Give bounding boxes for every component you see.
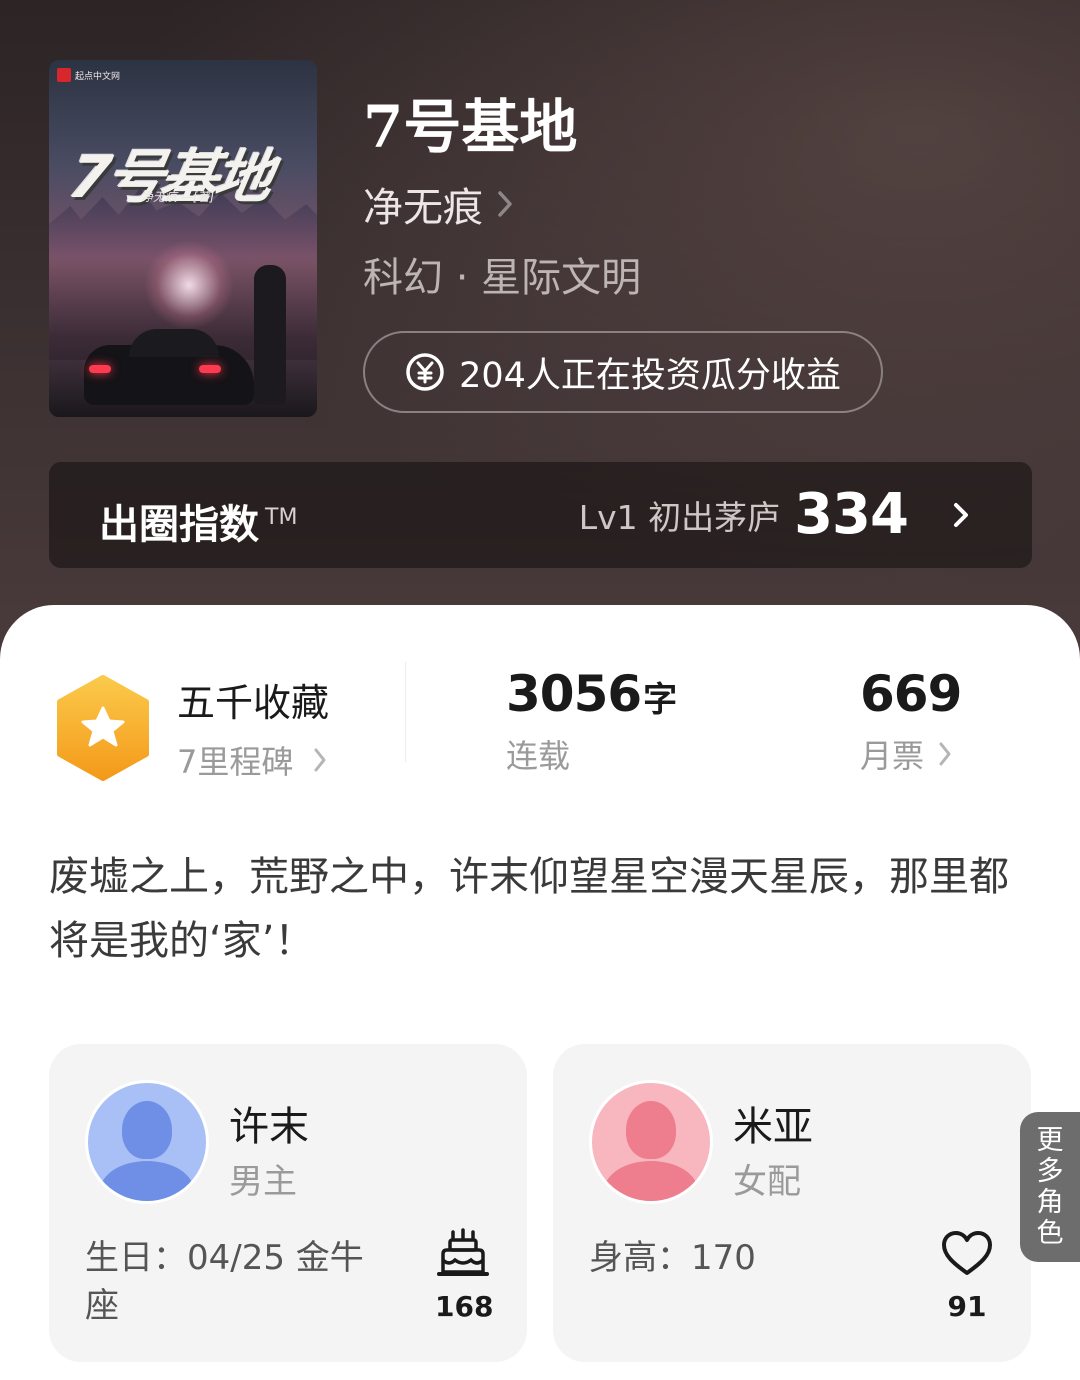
publisher-name: 起点中文网 — [75, 71, 121, 82]
favorites-text: 五千收藏 7里程碑 — [177, 672, 329, 783]
index-title-text: 出圈指数 — [99, 502, 259, 548]
character-role: 女配 — [733, 1162, 801, 1202]
monthly-votes-stat[interactable]: 669 月票 — [860, 665, 962, 777]
invest-button[interactable]: 204人正在投资瓜分收益 — [363, 331, 883, 413]
cover-figure — [254, 265, 286, 405]
chevron-right-icon — [498, 191, 512, 217]
character-name: 许末 — [229, 1104, 309, 1150]
chevron-right-icon — [314, 748, 326, 772]
character-card[interactable]: 米亚 女配 身高：170 91 — [553, 1044, 1031, 1362]
trademark-mark: TM — [265, 504, 298, 530]
monthly-votes-number: 669 — [860, 665, 962, 723]
author-name: 净无痕 — [363, 185, 483, 231]
more-roles-tab[interactable]: 更 多 角 色 — [1020, 1112, 1080, 1262]
more-roles-char: 角 — [1036, 1187, 1064, 1218]
favorites-stat[interactable]: 五千收藏 7里程碑 — [55, 672, 329, 783]
character-name: 米亚 — [733, 1104, 813, 1150]
word-count-unit: 字 — [643, 680, 678, 720]
index-score: 334 — [794, 482, 909, 547]
avatar-body — [100, 1161, 194, 1201]
character-count: 91 — [947, 1290, 987, 1323]
more-roles-char: 多 — [1036, 1156, 1064, 1187]
book-synopsis[interactable]: 废墟之上，荒野之中，许末仰望星空漫天星辰，那里都将是我的‘家’！ — [49, 845, 1009, 973]
chevron-right-icon — [939, 742, 951, 766]
more-roles-char: 色 — [1036, 1218, 1064, 1249]
index-level: Lv1 初出茅庐 — [578, 497, 781, 537]
cover-tail-light — [89, 365, 111, 373]
index-score-group: Lv1 初出茅庐 334 — [579, 482, 982, 547]
word-count-number: 3056 — [506, 665, 642, 723]
cover-author-art: 净无痕 —[著] — [141, 190, 215, 204]
stat-divider — [405, 662, 406, 762]
avatar-body — [604, 1161, 698, 1201]
avatar-head — [626, 1101, 676, 1159]
monthly-votes-text: 月票 — [860, 737, 925, 775]
cover-tail-light — [199, 365, 221, 373]
author-link[interactable]: 净无痕 — [363, 175, 513, 233]
chevron-right-icon — [954, 502, 968, 527]
milestone-label: 7里程碑 — [177, 743, 294, 781]
heart-icon[interactable] — [939, 1226, 995, 1282]
birthday-cake-icon[interactable] — [435, 1226, 491, 1282]
favorites-main: 五千收藏 — [177, 681, 330, 725]
book-genre: 科幻 · 星际文明 — [363, 255, 642, 301]
character-detail: 身高：170 — [589, 1238, 756, 1278]
avatar — [85, 1080, 209, 1204]
avatar — [589, 1080, 713, 1204]
cover-glow — [144, 240, 234, 330]
cover-publisher: 起点中文网 — [57, 68, 120, 82]
yuan-coin-icon — [406, 353, 444, 391]
out-circle-index-bar[interactable]: 出圈指数 TM Lv1 初出茅庐 334 — [49, 462, 1032, 568]
word-count-stat: 3056字 连载 — [506, 665, 677, 777]
more-roles-char: 更 — [1036, 1125, 1064, 1156]
book-cover[interactable]: 起点中文网 7号基地 净无痕 —[著] — [49, 60, 317, 417]
star-badge-icon — [57, 674, 149, 781]
serial-status: 连载 — [506, 737, 571, 775]
character-detail: 生日：04/25 金牛座 — [85, 1238, 364, 1326]
book-title: 7号基地 — [363, 93, 578, 161]
publisher-logo-icon — [57, 68, 71, 82]
character-count: 168 — [435, 1290, 494, 1323]
character-role: 男主 — [229, 1162, 297, 1202]
cover-car — [84, 329, 254, 405]
index-title: 出圈指数 TM — [99, 492, 297, 550]
character-card[interactable]: 许末 男主 生日：04/25 金牛座 168 — [49, 1044, 527, 1362]
favorites-sub: 7里程碑 — [177, 737, 329, 783]
monthly-votes-label: 月票 — [860, 731, 961, 777]
invest-text: 204人正在投资瓜分收益 — [459, 355, 841, 396]
avatar-head — [122, 1101, 172, 1159]
